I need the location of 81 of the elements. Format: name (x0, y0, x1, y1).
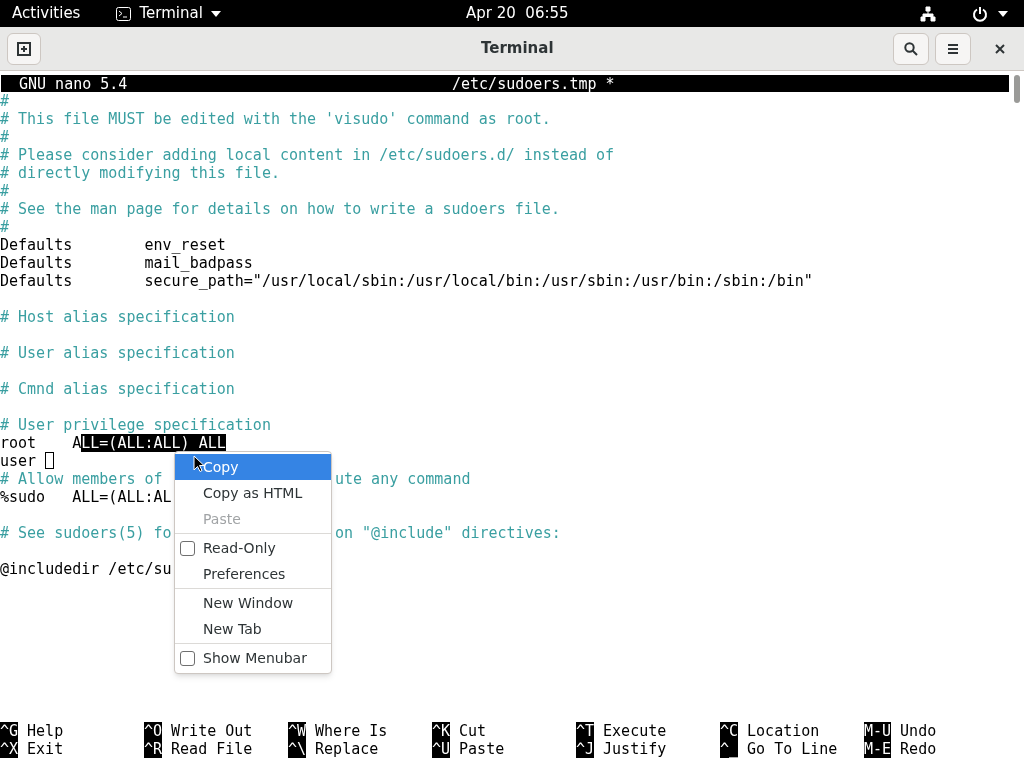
code-text: on "@include" directives: (335, 524, 561, 542)
shortcut-key: ^J (576, 740, 595, 758)
shortcut-key: ^\ (288, 740, 307, 758)
close-icon (995, 43, 1005, 54)
shortcut-key: ^R (144, 740, 163, 758)
code-text: # See sudoers(5) fo (0, 524, 172, 542)
shortcut-key: ^C (720, 722, 739, 740)
file-name: /etc/sudoers.tmp * (452, 75, 615, 92)
shortcut-key: ^U (432, 740, 451, 758)
clock[interactable]: Apr 20 06:55 (466, 2, 569, 25)
code-text: root A (0, 434, 82, 452)
code-text: Defaults secure_path="/usr/local/sbin:/usr/local/bin:/usr/sbin:/usr/bin:/sbin:/bin" (0, 272, 813, 290)
menu-button[interactable] (935, 32, 971, 65)
code-text: ute any command (335, 470, 471, 488)
shortcut-label: Redo (900, 740, 937, 758)
code-text: # directly modifying this file. (0, 164, 280, 182)
checkbox[interactable] (180, 650, 195, 666)
shortcut-label: Go To Line (747, 740, 838, 758)
code-text: # User alias specification (0, 344, 235, 362)
code-text: # (0, 128, 10, 146)
shortcut-label: Where Is (315, 722, 388, 740)
menu-item[interactable]: New Window (175, 590, 331, 616)
new-tab-icon (17, 41, 31, 56)
shortcut-label: Justify (603, 740, 667, 758)
app-menu[interactable]: Terminal (116, 0, 221, 27)
window-title: Terminal (481, 38, 554, 60)
search-button[interactable] (893, 32, 929, 65)
code-text: # (0, 218, 10, 236)
pointer-icon (193, 455, 205, 473)
code-text: # User privilege specification (0, 416, 271, 434)
shortcut-key: ^G (0, 722, 19, 740)
code-text: @includedir /etc/su (0, 560, 172, 578)
menu-item[interactable]: Preferences (175, 561, 331, 587)
shortcut-key: M-E (864, 740, 892, 758)
shortcut-label: Undo (900, 722, 937, 740)
code-text: # (0, 92, 10, 110)
shortcut-key: ^O (144, 722, 163, 740)
shortcut-label: Exit (27, 740, 64, 758)
shortcut-label: Help (27, 722, 64, 740)
menu-item[interactable]: Copy (175, 454, 331, 480)
shortcut-label: Cut (459, 722, 487, 740)
menu-item[interactable]: Show Menubar (175, 645, 331, 671)
code-text: # Host alias specification (0, 308, 235, 326)
caret-icon[interactable] (998, 10, 1008, 17)
shortcut-label: Location (747, 722, 820, 740)
search-icon (904, 41, 918, 56)
shortcut-key: ^K (432, 722, 451, 740)
shortcut-key: ^W (288, 722, 307, 740)
code-text: # Cmnd alias specification (0, 380, 235, 398)
menu-item[interactable]: Copy as HTML (175, 480, 331, 506)
code-text: # This file MUST be edited with the 'visudo' command as root. (0, 110, 551, 128)
shortcut-label: Execute (603, 722, 667, 740)
shortcut-key: ^_ (720, 740, 739, 758)
shortcut-label: Paste (459, 740, 505, 758)
network-icon[interactable] (920, 5, 936, 22)
caret-icon (210, 10, 221, 17)
code-text: Defaults mail_badpass (0, 254, 253, 272)
menu-item[interactable]: Read-Only (175, 535, 331, 561)
shortcut-key: ^X (0, 740, 19, 758)
menu-item[interactable]: New Tab (175, 616, 331, 642)
shortcut-label: Write Out (171, 722, 253, 740)
terminal-icon (116, 6, 132, 21)
scrollbar-thumb[interactable] (1014, 75, 1020, 103)
power-icon[interactable] (972, 5, 988, 22)
editor-version: GNU nano 5.4 (19, 75, 129, 92)
shortcut-label: Read File (171, 740, 253, 758)
code-text: # Please consider adding local content in /etc/sudoers.d/ instead of (0, 146, 615, 164)
code-text: # See the man page for details on how to write a sudoers file. (0, 200, 560, 218)
activities-button[interactable]: Activities (0, 0, 93, 27)
menu-icon (947, 42, 959, 55)
new-tab-button[interactable] (7, 32, 41, 65)
shortcut-label: Replace (315, 740, 379, 758)
code-text: %sudo ALL=(ALL:AL (0, 488, 172, 506)
code-text: user (0, 452, 38, 470)
code-text: # Allow members of (0, 470, 163, 488)
selected-text: LL=(ALL:ALL) ALL (81, 434, 226, 452)
shortcut-key: ^T (576, 722, 595, 740)
code-text: # (0, 182, 10, 200)
code-text: Defaults env_reset (0, 236, 226, 254)
checkbox[interactable] (180, 540, 195, 556)
shortcut-key: M-U (864, 722, 892, 740)
